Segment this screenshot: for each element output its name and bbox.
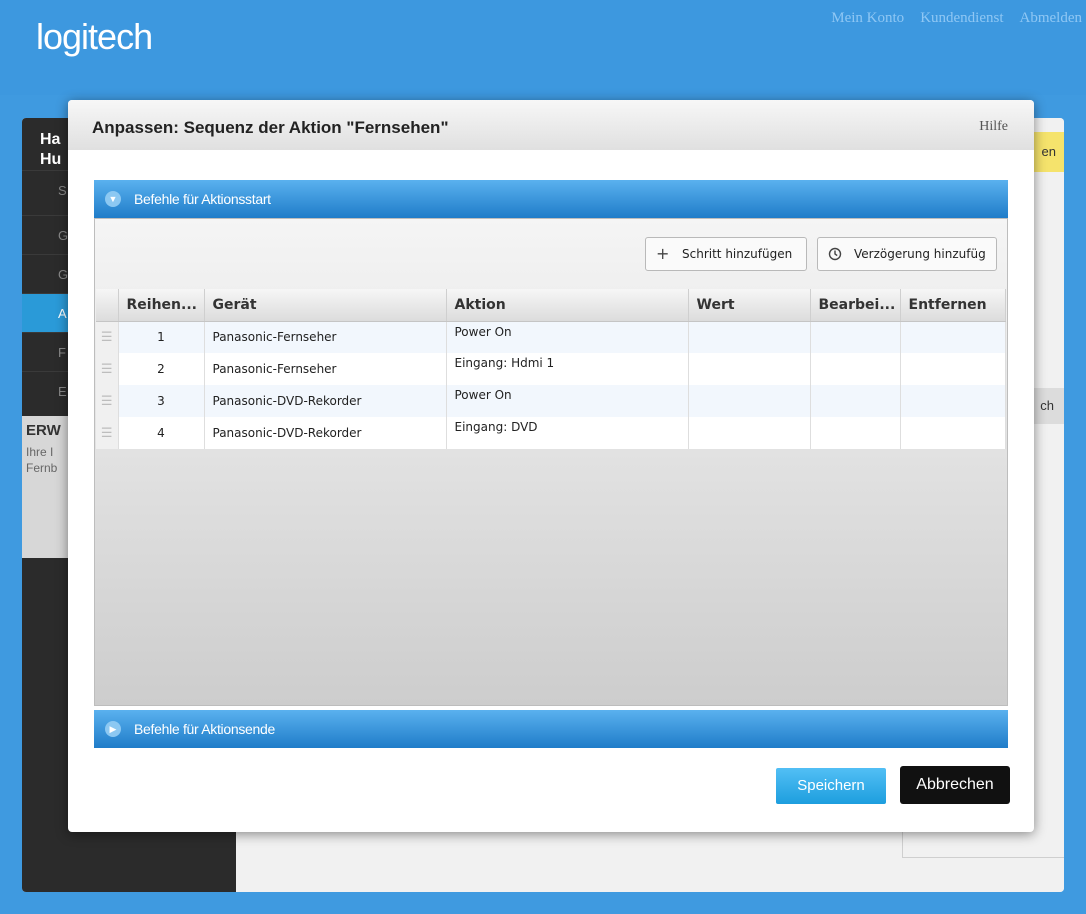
start-commands-label: Befehle für Aktionsstart xyxy=(134,191,271,207)
extension-title: ERW xyxy=(26,422,61,439)
row-order: 2 xyxy=(118,353,205,385)
column-edit[interactable]: Bearbei... xyxy=(810,289,901,322)
my-account-link[interactable]: Mein Konto xyxy=(831,10,904,27)
customize-sequence-dialog: Anpassen: Sequenz der Aktion "Fernsehen"… xyxy=(68,100,1034,832)
dialog-header: Anpassen: Sequenz der Aktion "Fernsehen"… xyxy=(68,100,1034,150)
save-button[interactable]: Speichern xyxy=(776,768,886,804)
row-order: 1 xyxy=(118,321,205,353)
row-action: Eingang: DVD xyxy=(446,417,689,449)
add-step-label: Schritt hinzufügen xyxy=(682,247,793,261)
row-device: Panasonic-Fernseher xyxy=(204,353,447,385)
column-action[interactable]: Aktion xyxy=(446,289,689,322)
row-edit[interactable] xyxy=(810,321,901,353)
column-value[interactable]: Wert xyxy=(688,289,811,322)
dialog-title: Anpassen: Sequenz der Aktion "Fernsehen" xyxy=(92,118,449,137)
drag-handle-icon[interactable]: ☰ xyxy=(96,385,119,417)
row-action: Power On xyxy=(446,385,689,417)
logout-link[interactable]: Abmelden xyxy=(1020,10,1082,27)
drag-handle-icon[interactable]: ☰ xyxy=(96,417,119,449)
help-link[interactable]: Hilfe xyxy=(979,119,1008,135)
row-device: Panasonic-DVD-Rekorder xyxy=(204,385,447,417)
customer-service-link[interactable]: Kundendienst xyxy=(920,10,1003,27)
row-remove[interactable] xyxy=(900,385,1006,417)
column-remove[interactable]: Entfernen xyxy=(900,289,1006,322)
row-remove[interactable] xyxy=(900,353,1006,385)
row-remove[interactable] xyxy=(900,321,1006,353)
end-commands-label: Befehle für Aktionsende xyxy=(134,721,275,737)
start-commands-panel-header[interactable]: ▼ Befehle für Aktionsstart xyxy=(94,180,1008,218)
add-step-button[interactable]: + Schritt hinzufügen xyxy=(645,237,807,271)
header-links: Mein Konto Kundendienst Abmelden xyxy=(831,10,1082,27)
add-delay-button[interactable]: Verzögerung hinzufüg xyxy=(817,237,997,271)
row-value xyxy=(688,321,811,353)
add-delay-label: Verzögerung hinzufüg xyxy=(854,247,986,261)
sidebar-title: Ha Hu xyxy=(40,131,62,168)
row-order: 3 xyxy=(118,385,205,417)
table-header-row: Reihen... Gerät Aktion Wert Bearbei... E… xyxy=(96,289,1006,322)
logitech-logo[interactable]: logitech xyxy=(36,16,153,58)
row-remove[interactable] xyxy=(900,417,1006,449)
row-edit[interactable] xyxy=(810,353,901,385)
table-row[interactable]: ☰ 2 Panasonic-Fernseher Eingang: Hdmi 1 xyxy=(96,353,1006,385)
end-commands-panel-header[interactable]: ▶ Befehle für Aktionsende xyxy=(94,710,1008,748)
column-order[interactable]: Reihen... xyxy=(118,289,205,322)
row-order: 4 xyxy=(118,417,205,449)
row-edit[interactable] xyxy=(810,385,901,417)
column-device[interactable]: Gerät xyxy=(204,289,447,322)
top-header: logitech Mein Konto Kundendienst Abmelde… xyxy=(0,0,1086,95)
row-edit[interactable] xyxy=(810,417,901,449)
table-row[interactable]: ☰ 1 Panasonic-Fernseher Power On xyxy=(96,321,1006,353)
table-row[interactable]: ☰ 3 Panasonic-DVD-Rekorder Power On xyxy=(96,385,1006,417)
right-banner-text: en xyxy=(1041,144,1056,159)
row-device: Panasonic-DVD-Rekorder xyxy=(204,417,447,449)
column-handle xyxy=(96,289,119,322)
drag-handle-icon[interactable]: ☰ xyxy=(96,353,119,385)
table-row[interactable]: ☰ 4 Panasonic-DVD-Rekorder Eingang: DVD xyxy=(96,417,1006,449)
chevron-right-icon: ▶ xyxy=(105,721,121,737)
right-item-text: ch xyxy=(1040,398,1054,413)
start-commands-panel: + Schritt hinzufügen Verzögerung hinzufü… xyxy=(94,218,1008,706)
plus-icon: + xyxy=(656,244,670,263)
row-action: Power On xyxy=(446,321,689,353)
row-device: Panasonic-Fernseher xyxy=(204,321,447,353)
clock-icon xyxy=(828,238,842,270)
extension-text: Ihre I Fernb xyxy=(26,445,58,475)
chevron-down-icon: ▼ xyxy=(105,191,121,207)
row-value xyxy=(688,353,811,385)
row-value xyxy=(688,417,811,449)
sequence-table: Reihen... Gerät Aktion Wert Bearbei... E… xyxy=(96,289,1006,449)
row-action: Eingang: Hdmi 1 xyxy=(446,353,689,385)
row-value xyxy=(688,385,811,417)
drag-handle-icon[interactable]: ☰ xyxy=(96,321,119,353)
cancel-button[interactable]: Abbrechen xyxy=(900,766,1010,804)
